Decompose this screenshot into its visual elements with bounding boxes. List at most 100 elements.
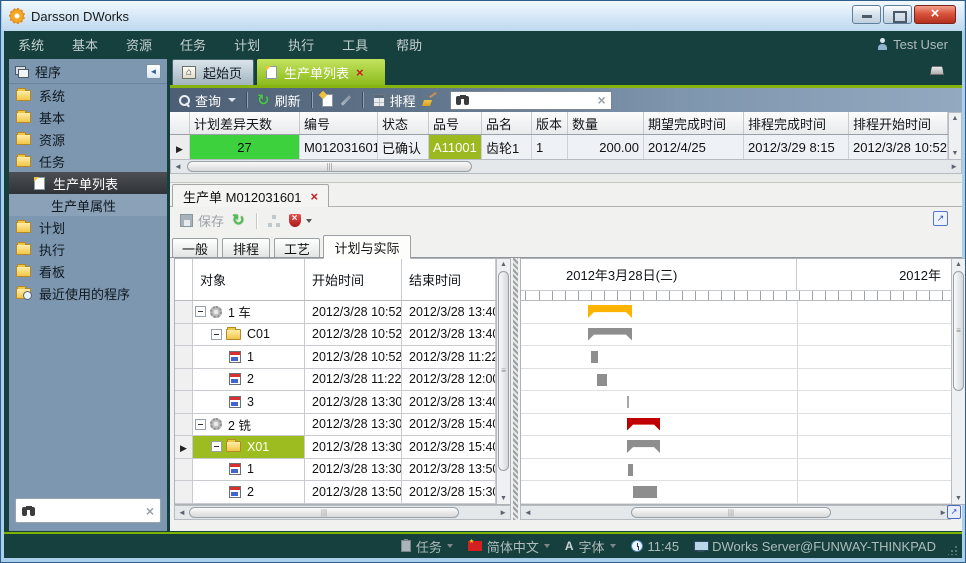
tab-plan-vs-actual[interactable]: 计划与实际 [323, 235, 411, 259]
sidebar-item-resource[interactable]: 资源 [9, 128, 167, 150]
sidebar-item-basic[interactable]: 基本 [9, 106, 167, 128]
gantt-bar[interactable] [588, 328, 632, 341]
column-header-plan-diff-days[interactable]: 计划差异天数 [190, 112, 300, 134]
gantt-row[interactable] [521, 369, 951, 392]
tree-row[interactable]: 1 2012/3/28 10:52 2012/3/28 11:22 [175, 346, 496, 369]
scroll-down-icon[interactable] [949, 150, 961, 157]
menu-basic[interactable]: 基本 [58, 31, 112, 57]
popout-icon[interactable] [933, 211, 948, 226]
gantt-bar[interactable] [627, 440, 660, 453]
splitter-handle[interactable] [513, 258, 518, 520]
tree-row[interactable]: 2 2012/3/28 13:50 2012/3/28 15:30 [175, 481, 496, 504]
column-header-item-no[interactable]: 品号 [429, 112, 482, 134]
gantt-horizontal-scrollbar[interactable] [520, 505, 951, 520]
grid-row[interactable]: 27 M012031601 已确认 A11001 齿轮1 1 200.00 20… [170, 135, 948, 160]
sidebar-item-system[interactable]: 系统 [9, 84, 167, 106]
column-header-item-name[interactable]: 品名 [482, 112, 532, 134]
minimize-button[interactable] [852, 5, 881, 24]
sidebar-item-recent-programs[interactable]: 最近使用的程序 [9, 282, 167, 304]
tree-header-end[interactable]: 结束时间 [402, 259, 496, 300]
sidebar-item-execute[interactable]: 执行 [9, 238, 167, 260]
sidebar-item-production-order-list[interactable]: 生产单列表 [9, 172, 167, 194]
menu-plan[interactable]: 计划 [220, 31, 274, 57]
menu-tools[interactable]: 工具 [328, 31, 382, 57]
gantt-vertical-scrollbar[interactable] [951, 259, 965, 504]
gantt-row[interactable] [521, 391, 951, 414]
tab-list-icon[interactable] [930, 66, 944, 75]
sidebar-collapse-button[interactable] [146, 64, 161, 79]
column-header-sched-finish[interactable]: 排程完成时间 [744, 112, 849, 134]
scroll-down-icon[interactable] [497, 495, 510, 502]
detail-refresh-button[interactable] [232, 214, 245, 227]
menu-resource[interactable]: 资源 [112, 31, 166, 57]
column-header-code[interactable]: 编号 [300, 112, 378, 134]
tree-vertical-scrollbar[interactable] [496, 259, 510, 504]
gantt-row[interactable] [521, 459, 951, 482]
sidebar-search-clear-icon[interactable] [146, 503, 154, 519]
gantt-bar[interactable] [597, 374, 607, 386]
tab-start-page[interactable]: 起始页 [172, 59, 254, 85]
scrollbar-thumb[interactable] [189, 507, 459, 518]
clean-button[interactable] [423, 94, 437, 107]
column-header-sched-start[interactable]: 排程开始时间 [849, 112, 948, 134]
gantt-bar[interactable] [588, 305, 632, 318]
scrollbar-thumb[interactable] [498, 271, 509, 471]
tree-header-start[interactable]: 开始时间 [305, 259, 402, 300]
sidebar-item-production-order-props[interactable]: 生产单属性 [9, 194, 167, 216]
column-header-expect-finish[interactable]: 期望完成时间 [644, 112, 744, 134]
scroll-up-icon[interactable] [952, 261, 965, 268]
menu-task[interactable]: 任务 [166, 31, 220, 57]
tab-schedule[interactable]: 排程 [222, 238, 270, 258]
current-user[interactable]: Test User [877, 37, 962, 52]
gantt-row[interactable] [521, 324, 951, 347]
cancel-confirm-button[interactable] [289, 214, 312, 227]
detail-tab-close-icon[interactable] [311, 189, 319, 204]
gantt-bar[interactable] [591, 351, 598, 363]
collapse-expander-icon[interactable] [211, 441, 222, 452]
gantt-expand-icon[interactable] [947, 505, 961, 519]
gantt-bar[interactable] [633, 486, 657, 498]
gantt-row[interactable] [521, 436, 951, 459]
gantt-row[interactable] [521, 301, 951, 324]
scroll-up-icon[interactable] [949, 115, 961, 122]
column-header-version[interactable]: 版本 [532, 112, 568, 134]
scroll-left-icon[interactable] [174, 162, 182, 171]
menu-system[interactable]: 系统 [4, 31, 58, 57]
scroll-left-icon[interactable] [524, 508, 532, 517]
new-button[interactable] [322, 94, 333, 107]
collapse-expander-icon[interactable] [211, 329, 222, 340]
edit-button[interactable] [340, 99, 352, 102]
column-header-status[interactable]: 状态 [378, 112, 429, 134]
scrollbar-thumb[interactable] [187, 161, 472, 172]
relations-button[interactable] [268, 215, 281, 227]
tree-row-selected[interactable]: X01 2012/3/28 13:30 2012/3/28 15:40 [175, 436, 496, 459]
detail-tab-production-order[interactable]: 生产单 M012031601 [172, 184, 329, 207]
scroll-right-icon[interactable] [499, 508, 507, 517]
maximize-button[interactable] [883, 5, 912, 24]
toolbar-search-input[interactable] [475, 93, 593, 107]
scrollbar-thumb[interactable] [631, 507, 831, 518]
gantt-bar[interactable] [627, 418, 660, 431]
status-task-dropdown[interactable]: 任务 [401, 537, 453, 556]
tree-header-object[interactable]: 对象 [193, 259, 305, 300]
tab-general[interactable]: 一般 [172, 238, 218, 258]
sidebar-item-task[interactable]: 任务 [9, 150, 167, 172]
collapse-expander-icon[interactable] [195, 306, 206, 317]
gantt-row[interactable] [521, 481, 951, 504]
scroll-left-icon[interactable] [178, 508, 186, 517]
sidebar-item-kanban[interactable]: 看板 [9, 260, 167, 282]
status-font-dropdown[interactable]: A 字体 [565, 537, 616, 556]
close-button[interactable] [914, 5, 956, 24]
column-header-qty[interactable]: 数量 [568, 112, 644, 134]
grid-horizontal-scrollbar[interactable] [170, 159, 962, 174]
scroll-up-icon[interactable] [497, 261, 510, 268]
tab-production-order-list[interactable]: 生产单列表 [257, 59, 385, 85]
tree-horizontal-scrollbar[interactable] [174, 505, 511, 520]
scroll-right-icon[interactable] [950, 162, 958, 171]
gantt-bar[interactable] [627, 396, 629, 408]
tree-row[interactable]: 2 铣 2012/3/28 13:30 2012/3/28 15:40 [175, 414, 496, 437]
tab-close-icon[interactable] [356, 65, 364, 80]
status-language-dropdown[interactable]: 简体中文 [468, 537, 550, 556]
tree-row[interactable]: 1 车 2012/3/28 10:52 2012/3/28 13:40 [175, 301, 496, 324]
sidebar-search-input[interactable] [42, 504, 140, 518]
